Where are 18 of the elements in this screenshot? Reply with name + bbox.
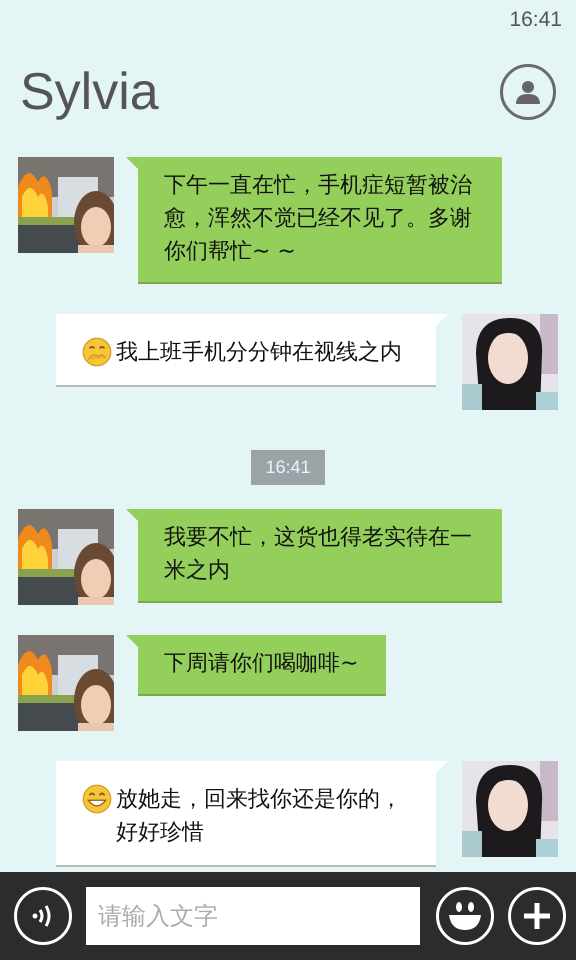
- message-input[interactable]: 请输入文字: [86, 887, 420, 945]
- message-text: 放她走，回来找你还是你的，好好珍惜: [116, 786, 403, 847]
- profile-button[interactable]: [500, 64, 556, 120]
- message-text: 下周请你们喝咖啡~: [164, 650, 358, 678]
- message-text: 下午一直在忙，手机症短暂被治愈，浑然不觉已经不见了。多谢你们帮忙~ ~: [164, 172, 473, 266]
- smiley-icon: [447, 901, 483, 931]
- emoji-button[interactable]: [436, 887, 494, 945]
- emoji-icon: [82, 784, 112, 814]
- contact-name: Sylvia: [20, 62, 159, 122]
- message-text: 我要不忙，这货也得老实待在一米之内: [164, 524, 473, 585]
- emoji-icon: [82, 337, 112, 367]
- voice-button[interactable]: [14, 887, 72, 945]
- message-text: 我上班手机分分钟在视线之内: [116, 339, 402, 367]
- person-icon: [515, 79, 541, 105]
- timestamp: 16:41: [251, 450, 325, 485]
- add-button[interactable]: [508, 887, 566, 945]
- plus-icon: [522, 901, 552, 931]
- status-time: 16:41: [509, 8, 562, 32]
